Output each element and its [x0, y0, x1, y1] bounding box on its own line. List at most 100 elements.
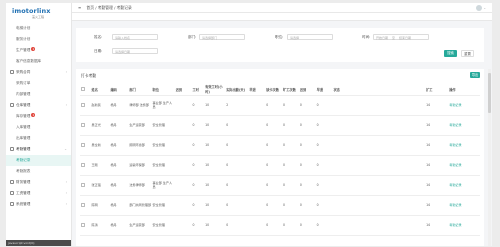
sidebar-item-0[interactable]: 电梯计划	[6, 23, 71, 34]
table-cell: 0	[191, 195, 205, 216]
table-cell[interactable]	[80, 175, 91, 196]
topbar: ≡ 首页 / 考勤管理 / 考勤记录 ⌄	[72, 3, 492, 13]
sidebar-item-10[interactable]: 出库管理	[6, 133, 71, 144]
sidebar: imotorlinx 萤火工程 电梯计划 服务计划 生产管理 1 客户信息数据库 采购合同…	[6, 3, 72, 246]
logo-sub: 萤火工程	[32, 15, 45, 19]
date-range-input[interactable]: 开始日期 至 结束日期	[373, 34, 429, 40]
name-input[interactable]: 请输入姓名	[112, 34, 158, 40]
row-checkbox[interactable]	[81, 202, 85, 207]
export-button[interactable]: 导出	[470, 72, 480, 78]
table-cell: 杨丹	[109, 155, 129, 176]
sidebar-item-13[interactable]: 考勤报表	[6, 166, 71, 177]
column-header: 迟到	[174, 84, 192, 96]
table-cell: 0	[282, 215, 299, 236]
sidebar-item-label: 服务计划	[16, 37, 31, 41]
row-action-link[interactable]: 考勤记录	[448, 95, 480, 116]
sidebar-item-8[interactable]: 库存管理 1	[6, 111, 71, 122]
table-cell	[406, 95, 426, 116]
sidebar-item-7[interactable]: 仓库管理 ›	[6, 100, 71, 111]
row-action-link[interactable]: 考勤记录	[448, 195, 480, 216]
table-cell[interactable]	[80, 95, 91, 116]
table-cell	[387, 215, 407, 236]
chevron-icon: ›	[65, 70, 67, 74]
row-action-link[interactable]: 考勤记录	[448, 215, 480, 236]
table-cell: 0	[191, 95, 205, 116]
sidebar-item-11[interactable]: 考勤管理 ⌄	[6, 144, 71, 155]
table-cell: 14	[425, 215, 449, 236]
table-cell	[349, 195, 369, 216]
dept-select[interactable]: 请选择部门	[199, 34, 245, 40]
row-action-link[interactable]: 考勤记录	[448, 135, 480, 156]
table-cell: 0	[298, 115, 316, 136]
table-cell	[174, 195, 192, 216]
table-cell	[332, 195, 350, 216]
row-checkbox[interactable]	[81, 102, 85, 107]
table-cell: 0	[191, 175, 205, 196]
reset-button[interactable]: 重置	[461, 50, 474, 57]
search-button[interactable]: 搜索	[444, 50, 457, 57]
column-header: 有效工时(小时)	[204, 84, 226, 96]
sidebar-item-9[interactable]: 入库管理	[6, 122, 71, 133]
row-checkbox[interactable]	[81, 182, 85, 187]
table-cell[interactable]	[80, 115, 91, 136]
sidebar-item-12[interactable]: 考勤记录	[6, 155, 71, 166]
row-checkbox[interactable]	[81, 122, 85, 127]
table-cell[interactable]	[80, 195, 91, 216]
table-cell	[406, 215, 426, 236]
table-cell	[349, 135, 369, 156]
table-cell: 生产运营部	[128, 115, 152, 136]
date-input[interactable]: 请选择日期	[112, 48, 158, 54]
chevron-down-icon[interactable]: ⌄	[483, 3, 486, 13]
sidebar-item-3[interactable]: 客户信息数据库	[6, 56, 71, 67]
row-checkbox[interactable]	[81, 162, 85, 167]
sidebar-item-6[interactable]: 内部管理	[6, 89, 71, 100]
table-cell	[368, 95, 388, 116]
column-header[interactable]	[80, 84, 91, 96]
table-cell: 安全管理	[151, 215, 175, 236]
sidebar-item-label: 入库管理	[16, 125, 31, 129]
table-cell[interactable]	[80, 155, 91, 176]
table-cell	[368, 155, 388, 176]
table-cell[interactable]	[80, 215, 91, 236]
sidebar-item-15[interactable]: 工资管理 ›	[6, 188, 71, 199]
table-cell	[387, 195, 407, 216]
avatar[interactable]	[476, 5, 482, 11]
select-all-checkbox[interactable]	[81, 86, 85, 91]
row-checkbox[interactable]	[81, 222, 85, 227]
row-action-link[interactable]: 考勤记录	[448, 115, 480, 136]
row-action-link[interactable]: 考勤记录	[448, 155, 480, 176]
sidebar-item-label: 电梯计划	[16, 26, 31, 30]
table-cell	[349, 115, 369, 136]
table-cell	[248, 95, 266, 116]
table-cell[interactable]	[80, 135, 91, 156]
sidebar-item-1[interactable]: 服务计划	[6, 34, 71, 45]
sidebar-item-14[interactable]: 财务管理 ›	[6, 177, 71, 188]
status-bar-url: javascript:void(0);	[6, 240, 71, 246]
table-cell	[406, 135, 426, 156]
job-select[interactable]: 请选择	[287, 34, 333, 40]
sidebar-item-label: 工资管理	[16, 191, 31, 195]
sidebar-item-label: 采购订单	[16, 81, 31, 85]
table-row: 吴全新 杨丹 照明环境部 安全管理 0 10 0 0 0 0 0 14 考勤记录	[80, 135, 480, 156]
table-cell	[349, 95, 369, 116]
sidebar-item-2[interactable]: 生产管理 1	[6, 45, 71, 56]
row-action-link[interactable]: 考勤记录	[448, 175, 480, 196]
scrollbar-thumb[interactable]	[488, 73, 491, 113]
sidebar-item-5[interactable]: 采购订单	[6, 78, 71, 89]
table-cell	[174, 115, 192, 136]
table-cell: 0	[282, 135, 299, 156]
table-cell: 0	[298, 175, 316, 196]
row-checkbox[interactable]	[81, 142, 85, 147]
table-cell: 0	[298, 195, 316, 216]
table-row: 吴正光 杨丹 生产运营部 安全管理 0 10 0 0 0 0 0 14 考勤记录	[80, 115, 480, 136]
sidebar-item-4[interactable]: 采购合同 ›	[6, 67, 71, 78]
table-cell	[248, 115, 266, 136]
column-header: 状态	[332, 84, 350, 96]
sidebar-item-16[interactable]: 系统管理 ›	[6, 199, 71, 210]
table-cell: 事业部 生产人员	[151, 95, 175, 116]
hamburger-icon[interactable]: ≡	[78, 3, 81, 13]
dept-label: 部门:	[188, 35, 197, 39]
table-cell: 杨丹	[109, 195, 129, 216]
table-row: 陈明 杨丹 部门共同管理部 安全管理 0 10 0 0 0 0 0 14 考勤记录	[80, 195, 480, 216]
table-cell: 10	[204, 95, 226, 116]
